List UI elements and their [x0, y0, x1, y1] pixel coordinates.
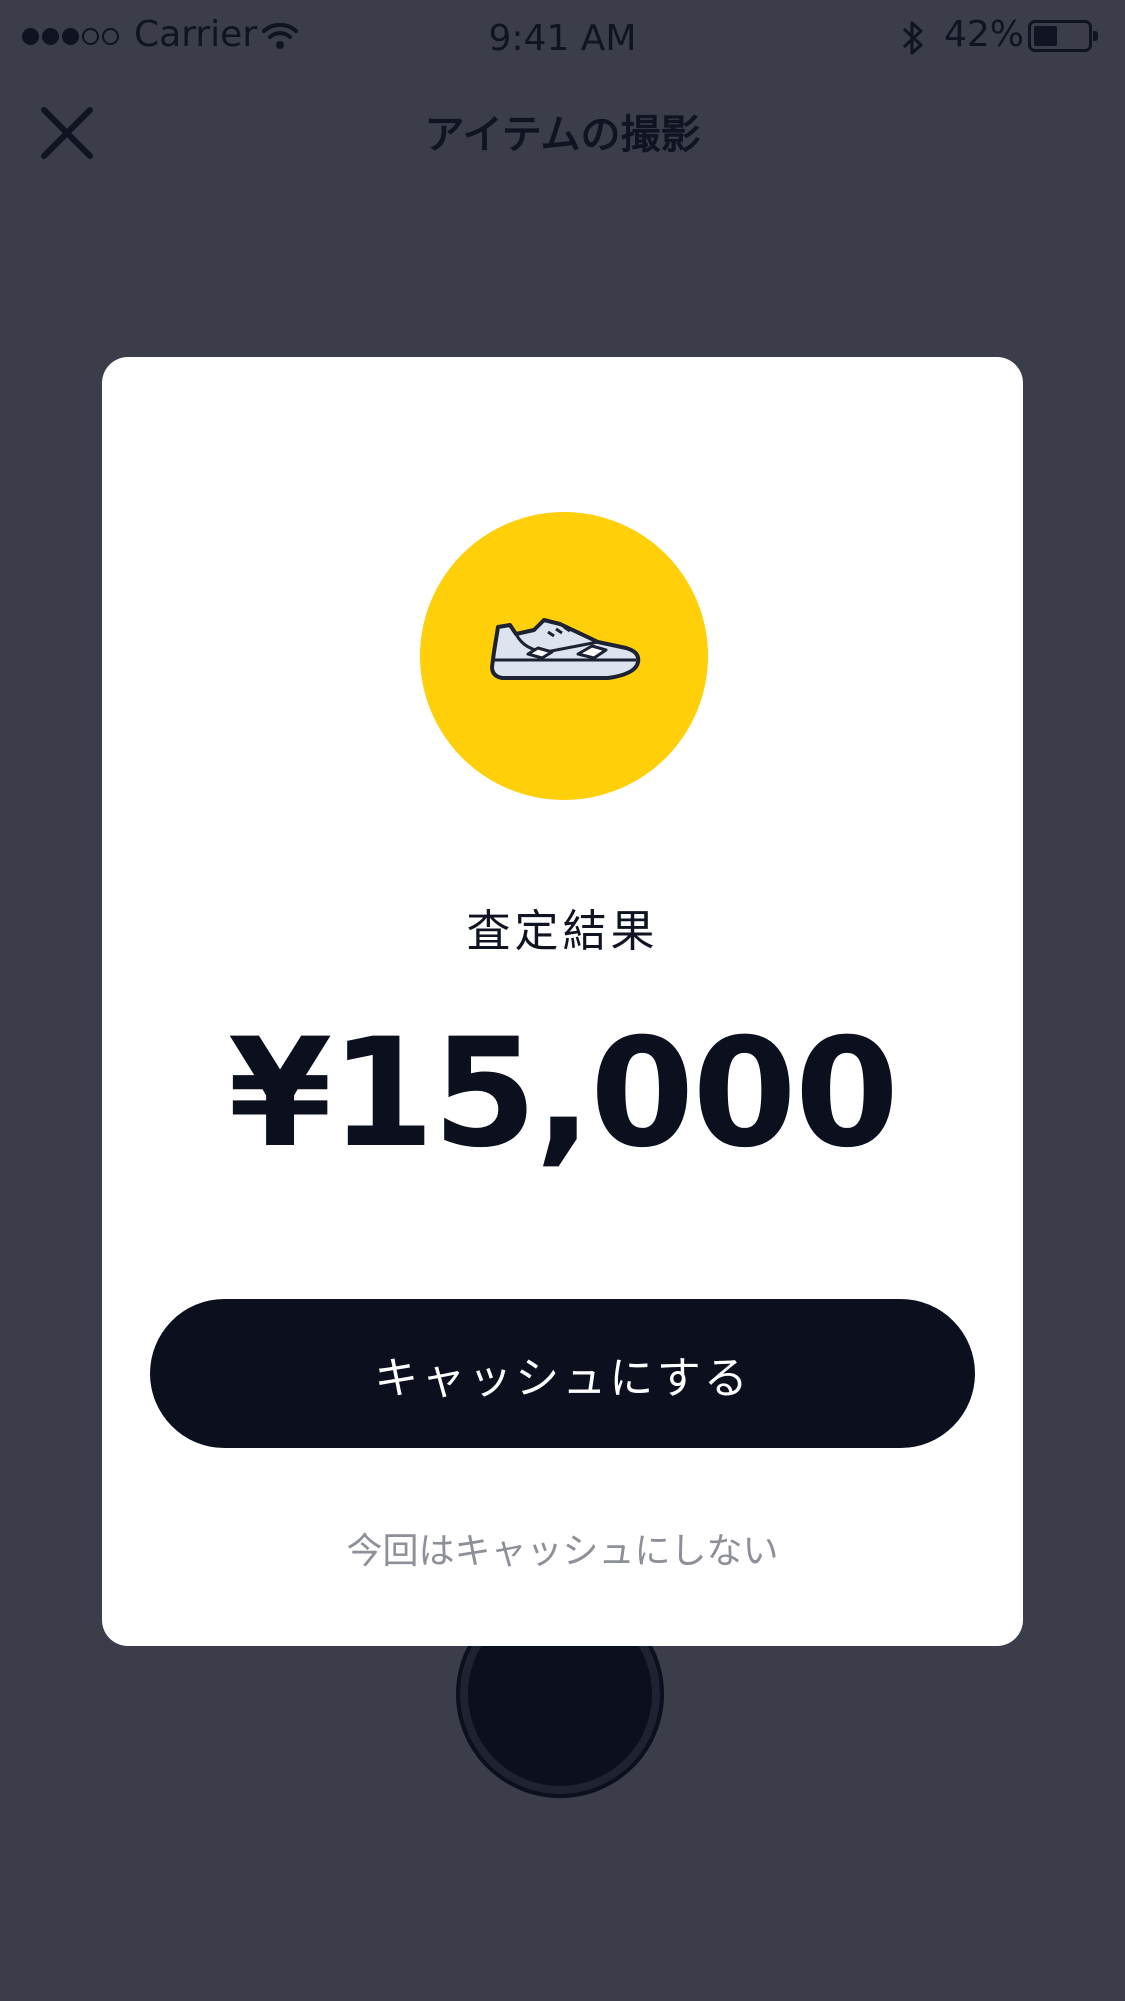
page-title: アイテムの撮影 — [424, 112, 701, 158]
appraised-amount: ¥15,000 — [227, 1007, 899, 1181]
battery-percent: 42% — [944, 14, 1025, 55]
decline-link[interactable]: 今回はキャッシュにしない — [102, 1522, 1023, 1574]
sneaker-icon — [490, 618, 641, 680]
status-bar: Carrier 9:41 AM 42% — [0, 0, 1125, 76]
appraisal-result-dialog: 査定結果 ¥15,000 キャッシュにする 今回はキャッシュにしない — [102, 357, 1023, 1646]
result-label: 査定結果 — [466, 906, 659, 957]
cash-out-button[interactable]: キャッシュにする — [150, 1299, 975, 1448]
item-badge — [420, 512, 708, 800]
navigation-bar: アイテムの撮影 — [0, 76, 1125, 190]
battery-icon — [1028, 20, 1098, 52]
bluetooth-icon — [900, 18, 926, 67]
